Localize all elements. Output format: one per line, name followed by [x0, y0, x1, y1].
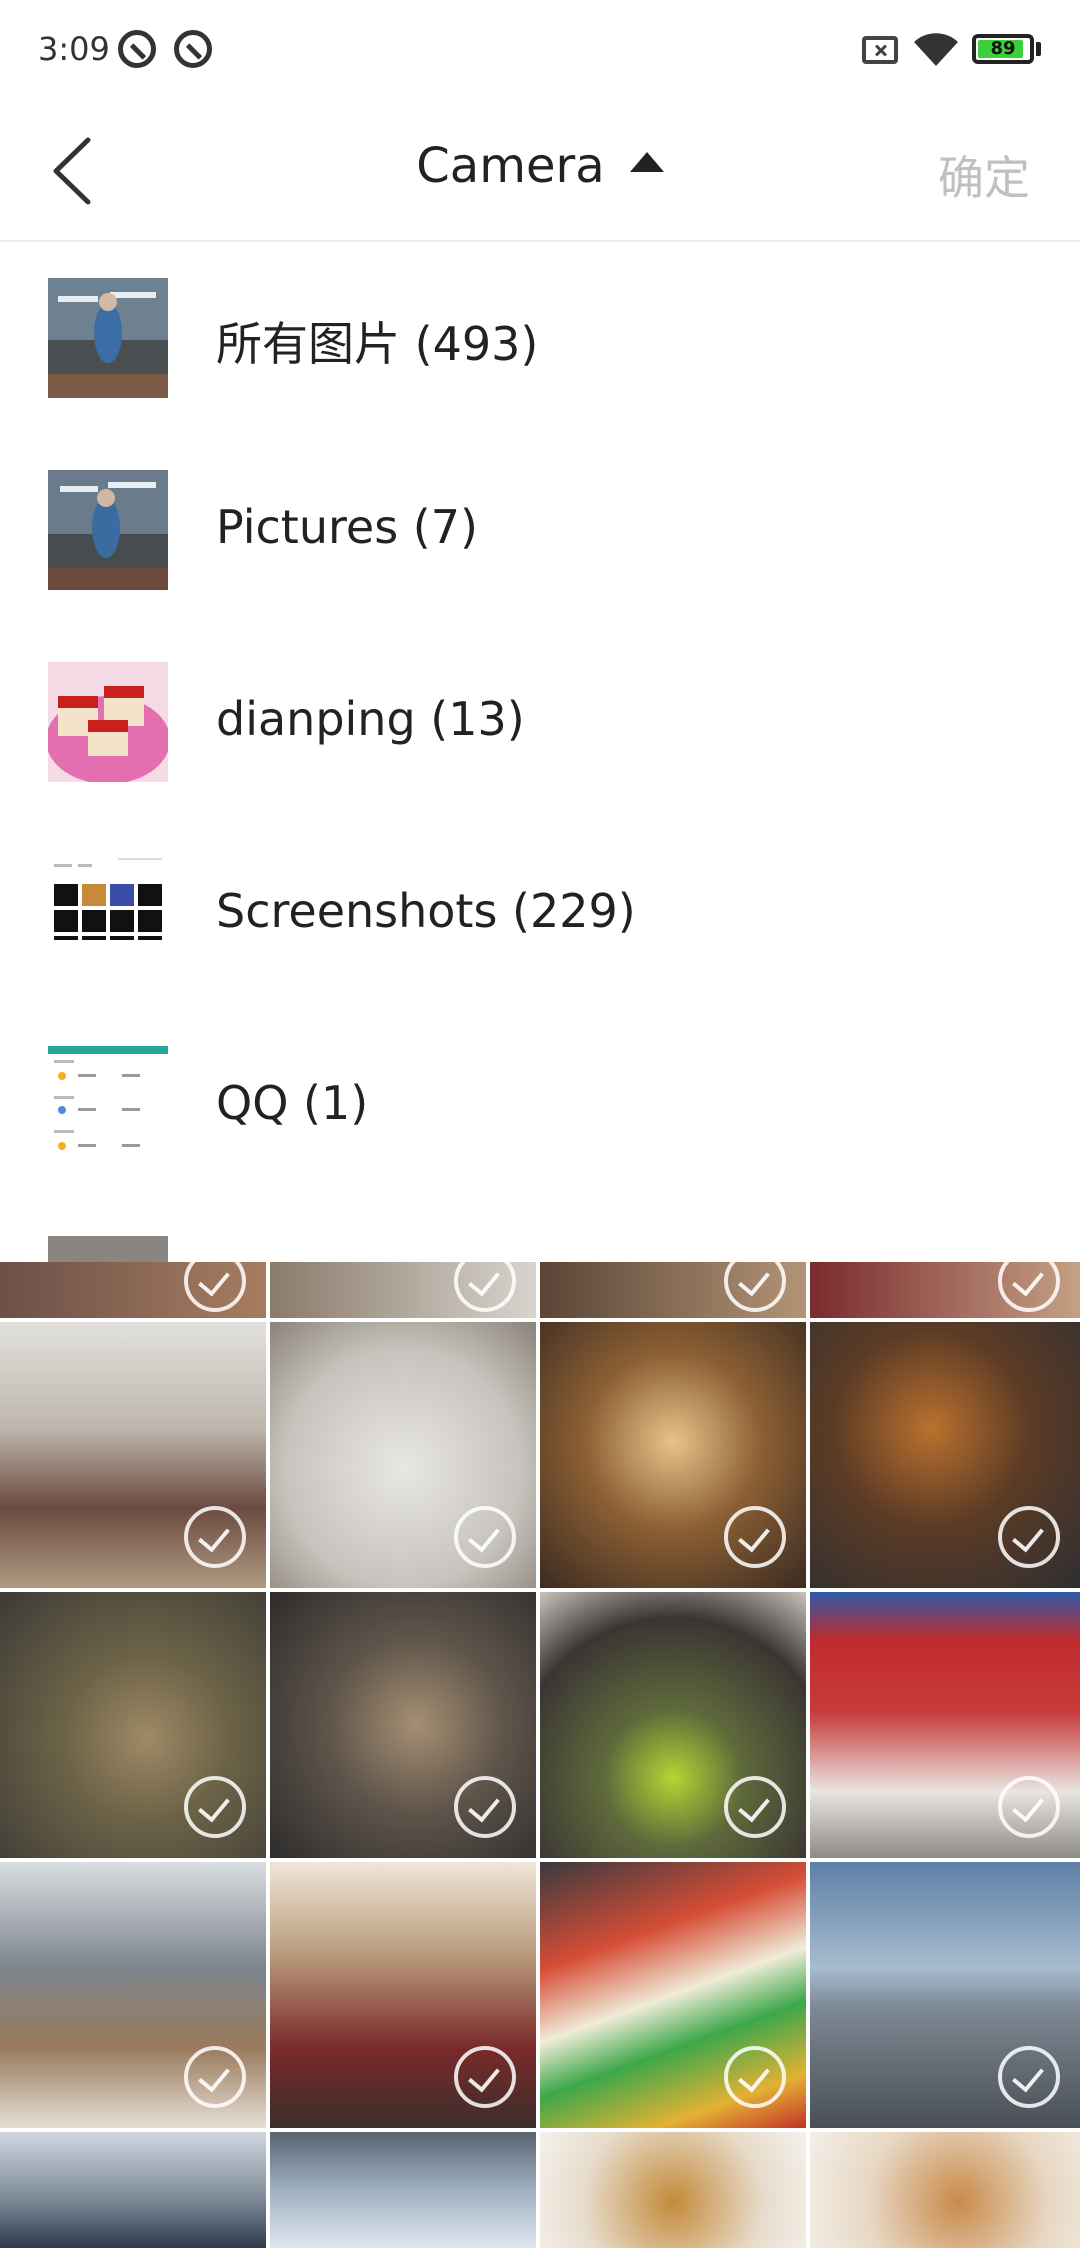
- select-check-icon[interactable]: [454, 1506, 516, 1568]
- sim-missing-icon: [862, 36, 898, 64]
- select-check-icon[interactable]: [724, 2046, 786, 2108]
- wifi-icon: [914, 33, 958, 66]
- photo-thumbnail[interactable]: [540, 1262, 806, 1318]
- album-thumbnail: [48, 854, 168, 974]
- photo-thumbnail[interactable]: [540, 1862, 806, 2128]
- photo-thumbnail[interactable]: [270, 2132, 536, 2248]
- status-time: 3:09: [38, 30, 110, 68]
- caret-up-icon[interactable]: [629, 152, 664, 172]
- album-thumbnail-image: [48, 1046, 168, 1166]
- photo-thumbnail[interactable]: [270, 1262, 536, 1318]
- battery-icon: 89: [972, 34, 1034, 64]
- photo-thumbnail[interactable]: [540, 2132, 806, 2248]
- photo-thumbnail[interactable]: [270, 1592, 536, 1858]
- album-thumbnail: [48, 1046, 168, 1166]
- select-check-icon[interactable]: [454, 1776, 516, 1838]
- select-check-icon[interactable]: [184, 2046, 246, 2108]
- select-check-icon[interactable]: [998, 2046, 1060, 2108]
- status-bar: 3:09 89: [0, 0, 1080, 100]
- album-item-qq[interactable]: QQ (1): [0, 1010, 1080, 1202]
- photo-thumbnail[interactable]: [0, 2132, 266, 2248]
- album-label: dianping (13): [216, 692, 525, 746]
- select-check-icon[interactable]: [454, 2046, 516, 2108]
- select-check-icon[interactable]: [724, 1776, 786, 1838]
- battery-tip: [1036, 42, 1041, 56]
- album-thumbnail-image: [48, 470, 168, 590]
- app-notification-icon: [174, 30, 212, 68]
- photo-thumbnail[interactable]: [810, 2132, 1080, 2248]
- photo-thumbnail[interactable]: [0, 1592, 266, 1858]
- album-item-partial[interactable]: [0, 1202, 1080, 1262]
- confirm-button[interactable]: 确定: [938, 142, 1030, 208]
- album-selector[interactable]: Camera: [0, 138, 1080, 194]
- select-check-icon[interactable]: [998, 1262, 1060, 1312]
- photo-thumbnail[interactable]: [0, 1262, 266, 1318]
- select-check-icon[interactable]: [998, 1776, 1060, 1838]
- photo-thumbnail[interactable]: [540, 1592, 806, 1858]
- album-label: QQ (1): [216, 1076, 369, 1130]
- photo-thumbnail[interactable]: [270, 1322, 536, 1588]
- album-label: 所有图片 (493): [216, 317, 539, 371]
- select-check-icon[interactable]: [184, 1776, 246, 1838]
- album-thumbnail-image: [48, 854, 168, 974]
- album-item-screenshots[interactable]: Screenshots (229): [0, 818, 1080, 1010]
- album-item-dianping[interactable]: dianping (13): [0, 626, 1080, 818]
- select-check-icon[interactable]: [724, 1506, 786, 1568]
- photo-thumbnail[interactable]: [810, 1322, 1080, 1588]
- battery-percent: 89: [990, 38, 1016, 59]
- album-thumbnail: [48, 1236, 168, 1262]
- photo-thumbnail[interactable]: [270, 1862, 536, 2128]
- album-thumbnail-image: [48, 662, 168, 782]
- select-check-icon[interactable]: [454, 1262, 516, 1312]
- album-label: Pictures (7): [216, 500, 478, 554]
- photo-thumbnail[interactable]: [810, 1862, 1080, 2128]
- select-check-icon[interactable]: [724, 1262, 786, 1312]
- photo-thumbnail[interactable]: [0, 1322, 266, 1588]
- select-check-icon[interactable]: [998, 1506, 1060, 1568]
- album-item-pictures[interactable]: Pictures (7): [0, 434, 1080, 626]
- select-check-icon[interactable]: [184, 1506, 246, 1568]
- select-check-icon[interactable]: [184, 1262, 246, 1312]
- album-thumbnail-image: [48, 278, 168, 398]
- photo-thumbnail[interactable]: [810, 1262, 1080, 1318]
- album-label: Screenshots (229): [216, 884, 636, 938]
- top-app-bar: Camera 确定: [0, 100, 1080, 242]
- photo-thumbnail[interactable]: [810, 1592, 1080, 1858]
- album-thumbnail: [48, 470, 168, 590]
- page-title[interactable]: Camera: [416, 138, 604, 194]
- app-notification-icon: [118, 30, 156, 68]
- album-thumbnail: [48, 278, 168, 398]
- photo-thumbnail[interactable]: [540, 1322, 806, 1588]
- photo-thumbnail[interactable]: [0, 1862, 266, 2128]
- album-thumbnail: [48, 662, 168, 782]
- album-item-all[interactable]: 所有图片 (493): [0, 242, 1080, 434]
